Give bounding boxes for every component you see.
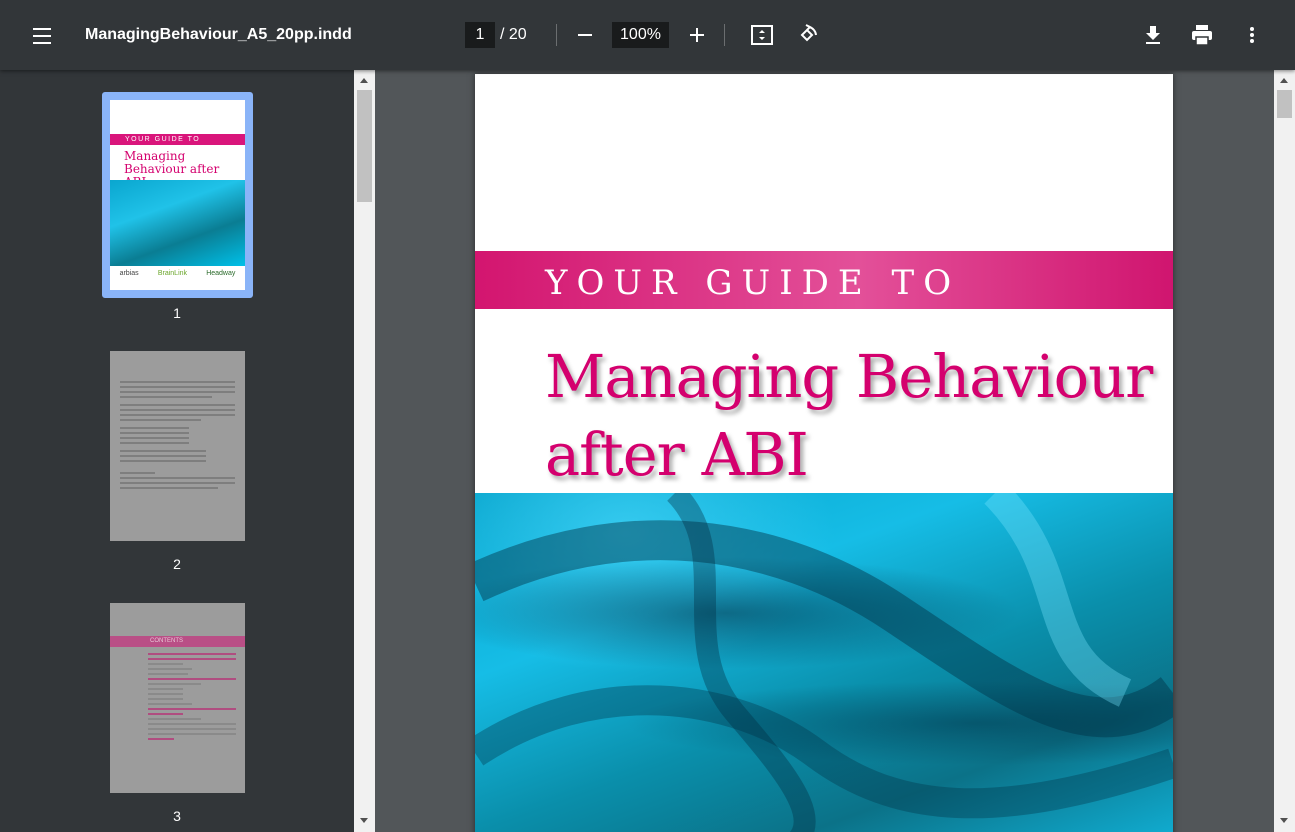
page-total: / 20 xyxy=(500,26,527,43)
thumbnail-label: 2 xyxy=(173,556,181,572)
thumbnail-cover-image xyxy=(110,180,245,266)
guide-text: YOUR GUIDE TO xyxy=(545,263,961,303)
thumbnail-band: YOUR GUIDE TO xyxy=(110,134,245,145)
toolbar-divider xyxy=(724,24,725,46)
cover-title-line-2: after ABI xyxy=(545,420,809,489)
cover-title: Managing Behaviour after ABI xyxy=(545,338,1153,494)
thumbnail-page-3[interactable]: CONTENTS xyxy=(110,603,245,793)
cover-title-line-1: Managing Behaviour xyxy=(545,342,1153,411)
page-number-input[interactable] xyxy=(465,22,495,48)
thumbnail-text-lines xyxy=(120,381,235,492)
zoom-in-icon[interactable] xyxy=(684,22,710,48)
thumbnail-band: CONTENTS xyxy=(110,636,245,647)
guide-band: YOUR GUIDE TO xyxy=(475,251,1173,309)
pdf-viewer-area: YOUR GUIDE TO Managing Behaviour after A… xyxy=(375,70,1274,832)
logo-arbias: arbias xyxy=(119,270,139,277)
toolbar-divider xyxy=(556,24,557,46)
sidebar-scroll-thumb[interactable] xyxy=(357,90,372,202)
thumbnail-label: 3 xyxy=(173,808,181,824)
thumbnail-page-2[interactable] xyxy=(110,351,245,541)
zoom-out-icon[interactable] xyxy=(572,22,598,48)
thumbnail-sidebar: YOUR GUIDE TO Managing Behaviour after A… xyxy=(0,70,354,832)
viewer-scroll-thumb[interactable] xyxy=(1277,90,1292,118)
pdf-toolbar: ManagingBehaviour_A5_20pp.indd / 20 xyxy=(0,0,1295,70)
thumbnail-logos: arbias BrainLink Headway xyxy=(110,270,245,277)
thumbnail-page-1[interactable]: YOUR GUIDE TO Managing Behaviour after A… xyxy=(110,100,245,290)
thumbnail-toc-lines xyxy=(148,653,236,743)
print-icon[interactable] xyxy=(1189,22,1215,48)
menu-icon[interactable] xyxy=(24,20,60,52)
thumbnail-label: 1 xyxy=(173,305,181,321)
cover-image-curves xyxy=(475,493,1173,832)
scroll-down-arrow-icon[interactable] xyxy=(360,818,368,823)
scroll-down-arrow-icon[interactable] xyxy=(1280,818,1288,823)
more-vert-icon[interactable] xyxy=(1239,22,1265,48)
pdf-page-1: YOUR GUIDE TO Managing Behaviour after A… xyxy=(475,74,1173,832)
scroll-up-arrow-icon[interactable] xyxy=(1280,78,1288,83)
download-icon[interactable] xyxy=(1140,22,1166,48)
zoom-input[interactable] xyxy=(612,22,669,48)
rotate-icon[interactable] xyxy=(794,22,820,48)
logo-brainlink: BrainLink xyxy=(157,270,188,277)
scroll-up-arrow-icon[interactable] xyxy=(360,78,368,83)
cover-image xyxy=(475,493,1173,832)
viewer-scrollbar[interactable] xyxy=(1274,70,1295,832)
sidebar-scrollbar[interactable] xyxy=(354,70,375,832)
fit-page-icon[interactable] xyxy=(749,22,775,48)
logo-headway: Headway xyxy=(206,270,236,277)
document-title: ManagingBehaviour_A5_20pp.indd xyxy=(85,26,352,43)
